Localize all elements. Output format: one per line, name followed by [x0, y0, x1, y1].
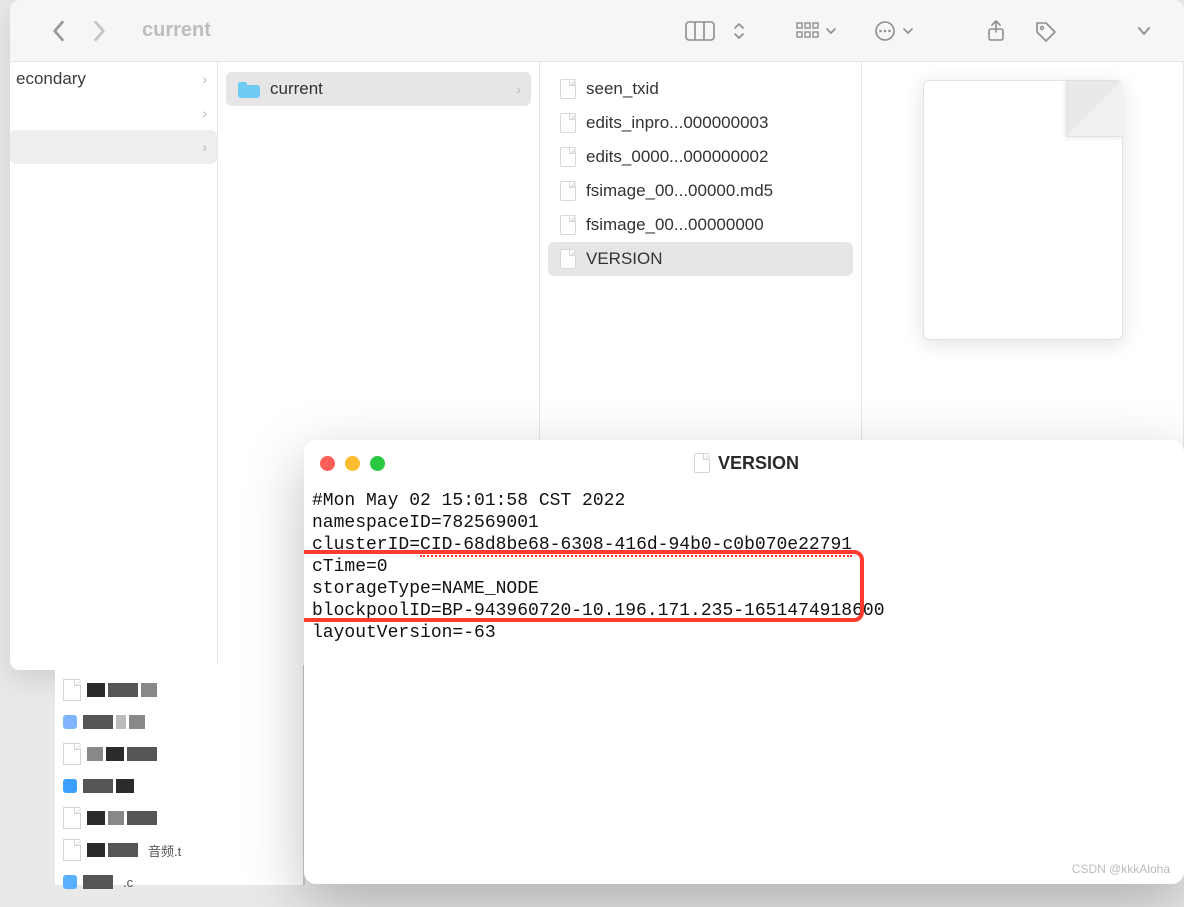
view-columns-button[interactable]: [680, 17, 720, 45]
share-button[interactable]: [976, 17, 1016, 45]
file-seen-txid[interactable]: seen_txid: [548, 72, 853, 106]
updown-icon: [733, 22, 745, 40]
file-icon: [560, 79, 576, 99]
toolbar: current: [10, 0, 1184, 62]
ellipsis-circle-icon: [874, 20, 896, 42]
file-icon: [560, 181, 576, 201]
file-edits-inprogress[interactable]: edits_inpro...000000003: [548, 106, 853, 140]
line-3-key: clusterID=: [312, 535, 420, 555]
file-icon: [63, 679, 81, 701]
folder-icon: [238, 80, 260, 98]
line-5: storageType=NAME_NODE: [312, 579, 539, 599]
file-fsimage-md5[interactable]: fsimage_00...00000.md5: [548, 174, 853, 208]
thumb-item[interactable]: [63, 773, 297, 799]
chevron-right-icon: ›: [516, 81, 521, 97]
file-icon: [560, 113, 576, 133]
tag-icon: [1034, 20, 1058, 42]
file-preview: [923, 80, 1123, 340]
file-fsimage[interactable]: fsimage_00...00000000: [548, 208, 853, 242]
line-3-value: CID-68d8be68-6308-416d-94b0-c0b070e22791: [420, 535, 852, 557]
sidebar-item-selected[interactable]: ›: [10, 130, 217, 164]
action-button[interactable]: [874, 17, 914, 45]
thumb-item[interactable]: [63, 741, 297, 767]
item-label: edits_inpro...000000003: [586, 113, 768, 133]
thumb-item[interactable]: .c: [63, 869, 297, 895]
toolbar-right: [680, 17, 1164, 45]
file-icon: [560, 249, 576, 269]
tags-button[interactable]: [1026, 17, 1066, 45]
color-chip: [63, 779, 77, 793]
item-label: current: [270, 79, 323, 99]
window-title: current: [142, 19, 211, 42]
chevron-left-icon: [50, 20, 66, 42]
thumb-label: .c: [123, 875, 133, 890]
editor-content[interactable]: #Mon May 02 15:01:58 CST 2022 namespaceI…: [304, 486, 1184, 648]
forward-button[interactable]: [92, 20, 108, 42]
thumb-item[interactable]: 音频.t: [63, 837, 297, 863]
item-label: edits_0000...000000002: [586, 147, 768, 167]
grid-icon: [796, 22, 819, 40]
nav-arrows: [50, 20, 108, 42]
file-icon: [63, 807, 81, 829]
line-2: namespaceID=782569001: [312, 513, 539, 533]
file-icon: [694, 453, 710, 473]
columns-icon: [685, 21, 715, 41]
thumb-label: 音频.t: [148, 841, 181, 860]
line-6: blockpoolID=BP-943960720-10.196.171.235-…: [312, 601, 885, 621]
item-label: fsimage_00...00000000: [586, 215, 764, 235]
color-chip: [63, 715, 77, 729]
file-version[interactable]: VERSION: [548, 242, 853, 276]
file-icon: [63, 839, 81, 861]
file-icon: [63, 743, 81, 765]
back-button[interactable]: [50, 20, 66, 42]
column-1: econdary › › ›: [10, 62, 218, 670]
chevron-right-icon: [92, 20, 108, 42]
view-switch-button[interactable]: [730, 17, 748, 45]
titlebar: VERSION: [304, 440, 1184, 486]
folder-current[interactable]: current ›: [226, 72, 531, 106]
more-button[interactable]: [1124, 17, 1164, 45]
item-label: econdary: [16, 69, 86, 89]
color-chip: [63, 875, 77, 889]
editor-title: VERSION: [718, 453, 799, 474]
line-1: #Mon May 02 15:01:58 CST 2022: [312, 491, 625, 511]
file-edits[interactable]: edits_0000...000000002: [548, 140, 853, 174]
line-4: cTime=0: [312, 557, 388, 577]
thumb-item[interactable]: [63, 805, 297, 831]
thumb-item[interactable]: [63, 709, 297, 735]
chevron-down-icon: [825, 26, 836, 36]
chevron-down-icon: [1137, 26, 1151, 36]
watermark: CSDN @kkkAloha: [1072, 862, 1170, 876]
sidebar-item[interactable]: ›: [10, 96, 217, 130]
file-icon: [560, 215, 576, 235]
share-icon: [986, 19, 1006, 43]
chevron-right-icon: ›: [202, 139, 207, 155]
chevron-down-icon: [902, 26, 914, 36]
group-button[interactable]: [796, 17, 836, 45]
recents-popover: 音频.t .c: [55, 665, 305, 885]
chevron-right-icon: ›: [202, 71, 207, 87]
line-7: layoutVersion=-63: [312, 623, 496, 643]
sidebar-item-secondary[interactable]: econdary ›: [10, 62, 217, 96]
item-label: fsimage_00...00000.md5: [586, 181, 773, 201]
text-editor-window: VERSION #Mon May 02 15:01:58 CST 2022 na…: [304, 440, 1184, 884]
caret-icon: [185, 655, 205, 665]
item-label: VERSION: [586, 249, 663, 269]
file-icon: [560, 147, 576, 167]
thumb-item[interactable]: [63, 677, 297, 703]
item-label: seen_txid: [586, 79, 659, 99]
chevron-right-icon: ›: [202, 105, 207, 121]
thumb-grid: 音频.t .c: [55, 665, 305, 907]
